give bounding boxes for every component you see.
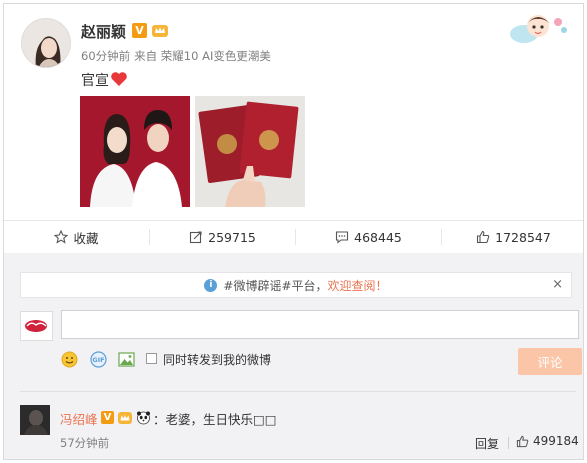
close-icon[interactable]: × <box>552 277 563 292</box>
rumor-notice-bar: i #微博辟谣#平台， 欢迎查阅！ × <box>20 272 572 298</box>
star-icon <box>54 230 69 244</box>
submit-comment-button[interactable]: 评论 <box>518 348 582 375</box>
image-icon[interactable] <box>118 351 135 368</box>
wedding-photo[interactable] <box>80 96 190 207</box>
comment-like-count: 499184 <box>533 434 579 448</box>
comment-count: 468445 <box>354 229 402 245</box>
marriage-certificate-photo[interactable] <box>195 96 305 207</box>
cartoon-sticker-icon <box>510 15 567 43</box>
notice-text: #微博辟谣#平台， <box>223 278 328 293</box>
thumb-up-icon <box>477 230 490 244</box>
favorite-label: 收藏 <box>73 230 99 246</box>
comment-time[interactable]: 57分钟前 <box>60 435 109 451</box>
comment-section: i #微博辟谣#平台， 欢迎查阅！ × GIF 同时转发到我的微博 评论 冯绍峰 … <box>4 253 583 459</box>
post-action-bar: 收藏 259715 468445 1728547 <box>4 220 583 253</box>
comment-button[interactable]: 468445 <box>296 221 441 253</box>
weibo-post-card: 赵丽颖 V 60分钟前 来自 荣耀10 AI变色更潮美 官宣 收藏 259715… <box>3 3 584 460</box>
post-meta: 60分钟前 来自 荣耀10 AI变色更潮美 <box>81 48 271 64</box>
crown-icon <box>152 25 168 37</box>
emoji-icon[interactable] <box>61 351 78 368</box>
repost-icon <box>190 231 202 244</box>
comment-divider <box>20 391 576 392</box>
reply-button[interactable]: 回复 <box>475 435 499 452</box>
heart-icon <box>111 72 127 86</box>
commenter-name[interactable]: 冯绍峰 <box>60 409 98 428</box>
comment-icon <box>336 231 349 244</box>
post-text: 官宣 <box>81 70 128 90</box>
author-avatar[interactable] <box>21 18 71 68</box>
repost-checkbox[interactable] <box>146 353 157 364</box>
current-user-avatar <box>20 311 53 341</box>
thumb-up-icon <box>516 435 529 447</box>
gif-icon[interactable]: GIF <box>90 351 107 368</box>
verified-badge: V <box>132 23 147 38</box>
like-button[interactable]: 1728547 <box>442 221 583 253</box>
comment-text: ：老婆，生日快乐□□ <box>153 412 277 427</box>
like-count: 1728547 <box>495 229 551 245</box>
repost-checkbox-label: 同时转发到我的微博 <box>163 353 272 367</box>
svg-text:GIF: GIF <box>92 356 104 364</box>
post-source[interactable]: 来自 荣耀10 AI变色更潮美 <box>134 49 271 63</box>
notice-link[interactable]: 欢迎查阅！ <box>328 277 388 294</box>
comment-like-button[interactable]: 499184 <box>516 434 579 448</box>
divider <box>508 437 509 449</box>
post-time[interactable]: 60分钟前 <box>81 49 130 63</box>
repost-count: 259715 <box>208 229 256 245</box>
verified-badge: V <box>101 411 114 424</box>
panda-icon <box>137 411 150 425</box>
post-text-content: 官宣 <box>81 73 109 89</box>
repost-button[interactable]: 259715 <box>150 221 295 253</box>
comment-input[interactable] <box>61 310 579 339</box>
commenter-avatar[interactable] <box>20 405 50 435</box>
crown-icon <box>118 412 132 424</box>
info-icon: i <box>204 278 218 292</box>
author-name[interactable]: 赵丽颖 <box>81 21 126 42</box>
favorite-button[interactable]: 收藏 <box>4 221 149 253</box>
